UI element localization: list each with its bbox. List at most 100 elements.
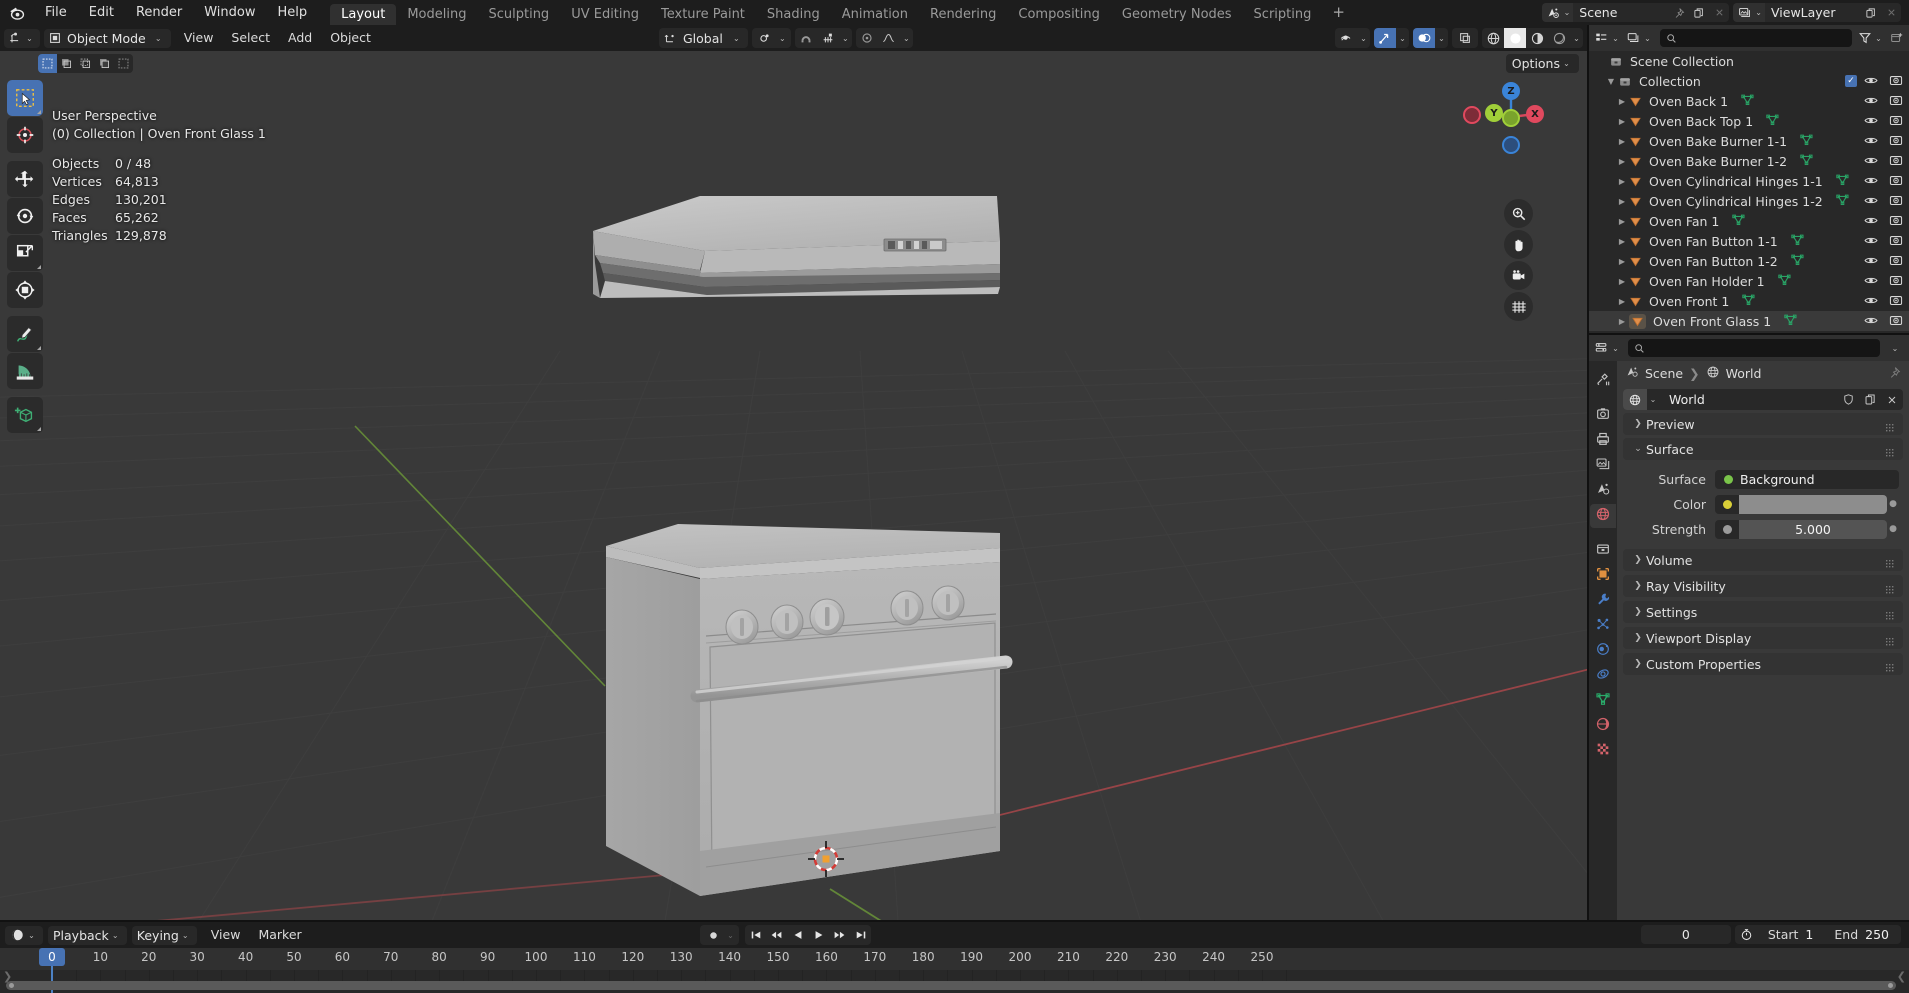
outliner-editor[interactable]: ⌄ ⌄ ⌄ Scene Collection ▼ Collection ✓ ▶ … xyxy=(1589,25,1909,333)
expand-triangle-icon[interactable]: ▶ xyxy=(1615,97,1629,106)
workspace-tab-modeling[interactable]: Modeling xyxy=(396,4,477,25)
collection-exclude-checkbox[interactable]: ✓ xyxy=(1845,75,1857,87)
mesh-data-icon[interactable] xyxy=(1783,313,1798,329)
surface-shader-dropdown[interactable]: Background xyxy=(1715,469,1899,489)
properties-tab-output[interactable] xyxy=(1590,429,1616,453)
select-subtract-icon[interactable] xyxy=(95,54,114,73)
pivot-point-dropdown[interactable]: ⌄ xyxy=(751,28,791,48)
properties-tab-world[interactable] xyxy=(1590,504,1616,528)
panel-ray-visibility[interactable]: ❯ Ray Visibility xyxy=(1623,575,1903,597)
outliner-item-oven-front-1[interactable]: ▶ Oven Front 1 xyxy=(1589,291,1909,311)
eye-icon[interactable] xyxy=(1864,174,1878,189)
tool-measure[interactable] xyxy=(7,353,43,389)
gizmo-toggle-group[interactable]: ⌄ xyxy=(1374,28,1409,48)
timeline-left-expand-arrow-icon[interactable]: ❯ xyxy=(3,970,12,983)
panel-custom-properties[interactable]: ❯ Custom Properties xyxy=(1623,653,1903,675)
auto-keying-toggle[interactable]: ⌄ xyxy=(700,925,739,945)
eye-icon[interactable] xyxy=(1864,74,1878,89)
chevron-right-icon[interactable]: ❯ xyxy=(1630,607,1646,617)
blender-logo-icon[interactable] xyxy=(0,0,34,25)
world-name-field[interactable]: World xyxy=(1659,392,1837,407)
viewport-menu-add[interactable]: Add xyxy=(279,25,321,51)
pan-hand-icon[interactable] xyxy=(1504,230,1533,259)
workspace-tab-scripting[interactable]: Scripting xyxy=(1243,4,1323,25)
mesh-data-icon[interactable] xyxy=(1740,93,1755,109)
panel-preview[interactable]: ❯ Preview xyxy=(1623,413,1903,435)
select-mode-group[interactable] xyxy=(38,54,133,73)
color-animate-decorator-icon[interactable]: ● xyxy=(1887,499,1899,509)
zoom-icon[interactable] xyxy=(1504,199,1533,228)
falloff-curve-icon[interactable] xyxy=(878,28,900,48)
properties-tab-collection[interactable] xyxy=(1590,539,1616,563)
mesh-data-icon[interactable] xyxy=(1835,173,1850,189)
expand-triangle-icon[interactable]: ▶ xyxy=(1615,117,1629,126)
outliner-item-oven-cylindrical-hinges-1-2[interactable]: ▶ Oven Cylindrical Hinges 1-2 xyxy=(1589,191,1909,211)
collapse-triangle-icon[interactable]: ▼ xyxy=(1604,77,1618,86)
eye-icon[interactable] xyxy=(1864,214,1878,229)
chevron-right-icon[interactable]: ❯ xyxy=(1630,555,1646,565)
top-menu-window[interactable]: Window xyxy=(193,0,266,25)
timeline-horizontal-scrollbar[interactable] xyxy=(6,981,1896,990)
mesh-data-icon[interactable] xyxy=(1799,153,1814,169)
outliner-item-oven-cylindrical-hinges-1-1[interactable]: ▶ Oven Cylindrical Hinges 1-1 xyxy=(1589,171,1909,191)
prev-keyframe-icon[interactable] xyxy=(766,929,787,941)
outliner-item-oven-bake-burner-1-1[interactable]: ▶ Oven Bake Burner 1-1 xyxy=(1589,131,1909,151)
outliner-display-mode-icon[interactable]: ⌄ xyxy=(1626,31,1654,45)
playback-transport-buttons[interactable] xyxy=(745,925,871,945)
top-menu-help[interactable]: Help xyxy=(267,0,319,25)
timeline-marker-menu[interactable]: Marker xyxy=(249,922,310,948)
expand-triangle-icon[interactable]: ▶ xyxy=(1615,217,1629,226)
eye-icon[interactable] xyxy=(1864,154,1878,169)
gizmo-axis-y[interactable]: Y xyxy=(1485,104,1503,122)
timeline-ruler[interactable]: 0 10 20 30 40 50 60 70 80 90 100 110 120 130 140 150 160… xyxy=(0,948,1909,970)
overlays-icon[interactable] xyxy=(1413,28,1435,48)
chevron-down-icon[interactable]: ⌄ xyxy=(152,34,165,43)
ortho-grid-icon[interactable] xyxy=(1504,292,1533,321)
outliner-item-oven-back-top-1[interactable]: ▶ Oven Back Top 1 xyxy=(1589,111,1909,131)
gizmo-axis-x[interactable]: X xyxy=(1526,105,1544,123)
eye-icon[interactable] xyxy=(1864,234,1878,249)
eye-icon[interactable] xyxy=(1864,254,1878,269)
workspace-tab-animation[interactable]: Animation xyxy=(831,4,919,25)
unlink-viewlayer-x-icon[interactable] xyxy=(1881,3,1901,22)
select-tweak-icon[interactable] xyxy=(38,54,57,73)
camera-render-icon[interactable] xyxy=(1889,234,1903,249)
mesh-data-icon[interactable] xyxy=(1790,233,1805,249)
mesh-data-icon[interactable] xyxy=(1790,253,1805,269)
top-menu-render[interactable]: Render xyxy=(125,0,193,25)
camera-render-icon[interactable] xyxy=(1889,314,1903,329)
mesh-data-icon[interactable] xyxy=(1741,293,1756,309)
chevron-right-icon[interactable]: ❯ xyxy=(1630,581,1646,591)
expand-triangle-icon[interactable]: ▶ xyxy=(1615,317,1629,326)
play-reverse-icon[interactable] xyxy=(787,929,808,941)
camera-render-icon[interactable] xyxy=(1889,174,1903,189)
camera-render-icon[interactable] xyxy=(1889,134,1903,149)
workspace-tab-uv-editing[interactable]: UV Editing xyxy=(560,4,650,25)
eye-icon[interactable] xyxy=(1864,134,1878,149)
proportional-edit-group[interactable]: ⌄ xyxy=(855,28,913,48)
properties-tab-constraints[interactable] xyxy=(1590,664,1616,688)
end-frame-value[interactable]: 250 xyxy=(1865,927,1901,942)
expand-triangle-icon[interactable]: ▶ xyxy=(1615,257,1629,266)
tool-transform[interactable] xyxy=(7,272,43,308)
eye-icon[interactable] xyxy=(1864,274,1878,289)
camera-render-icon[interactable] xyxy=(1889,294,1903,309)
chevron-right-icon[interactable]: ❯ xyxy=(1630,659,1646,669)
shading-wireframe-icon[interactable] xyxy=(1482,28,1504,48)
next-keyframe-icon[interactable] xyxy=(829,929,850,941)
select-extend-icon[interactable] xyxy=(76,54,95,73)
eye-icon[interactable] xyxy=(1864,94,1878,109)
select-intersect-icon[interactable] xyxy=(114,54,133,73)
outliner-item-oven-fan-button-1-1[interactable]: ▶ Oven Fan Button 1-1 xyxy=(1589,231,1909,251)
tool-select-box[interactable] xyxy=(7,80,43,116)
timeline-editor[interactable]: ⌄ Playback ⌄ Keying ⌄ View Marker ⌄ 0 St… xyxy=(0,922,1909,993)
chevron-right-icon[interactable]: ❯ xyxy=(1630,633,1646,643)
viewport-3d[interactable]: ⌄ Object Mode ⌄ View Select Add Object Glob… xyxy=(0,25,1587,920)
timeline-playhead-label[interactable]: 0 xyxy=(39,948,65,966)
world-globe-icon[interactable] xyxy=(1623,389,1647,410)
scrollbar-handle-left[interactable] xyxy=(9,983,14,988)
camera-render-icon[interactable] xyxy=(1889,214,1903,229)
properties-tab-view-layer[interactable] xyxy=(1590,454,1616,478)
shading-solid-icon[interactable] xyxy=(1504,28,1526,48)
workspace-tab-shading[interactable]: Shading xyxy=(756,4,831,25)
